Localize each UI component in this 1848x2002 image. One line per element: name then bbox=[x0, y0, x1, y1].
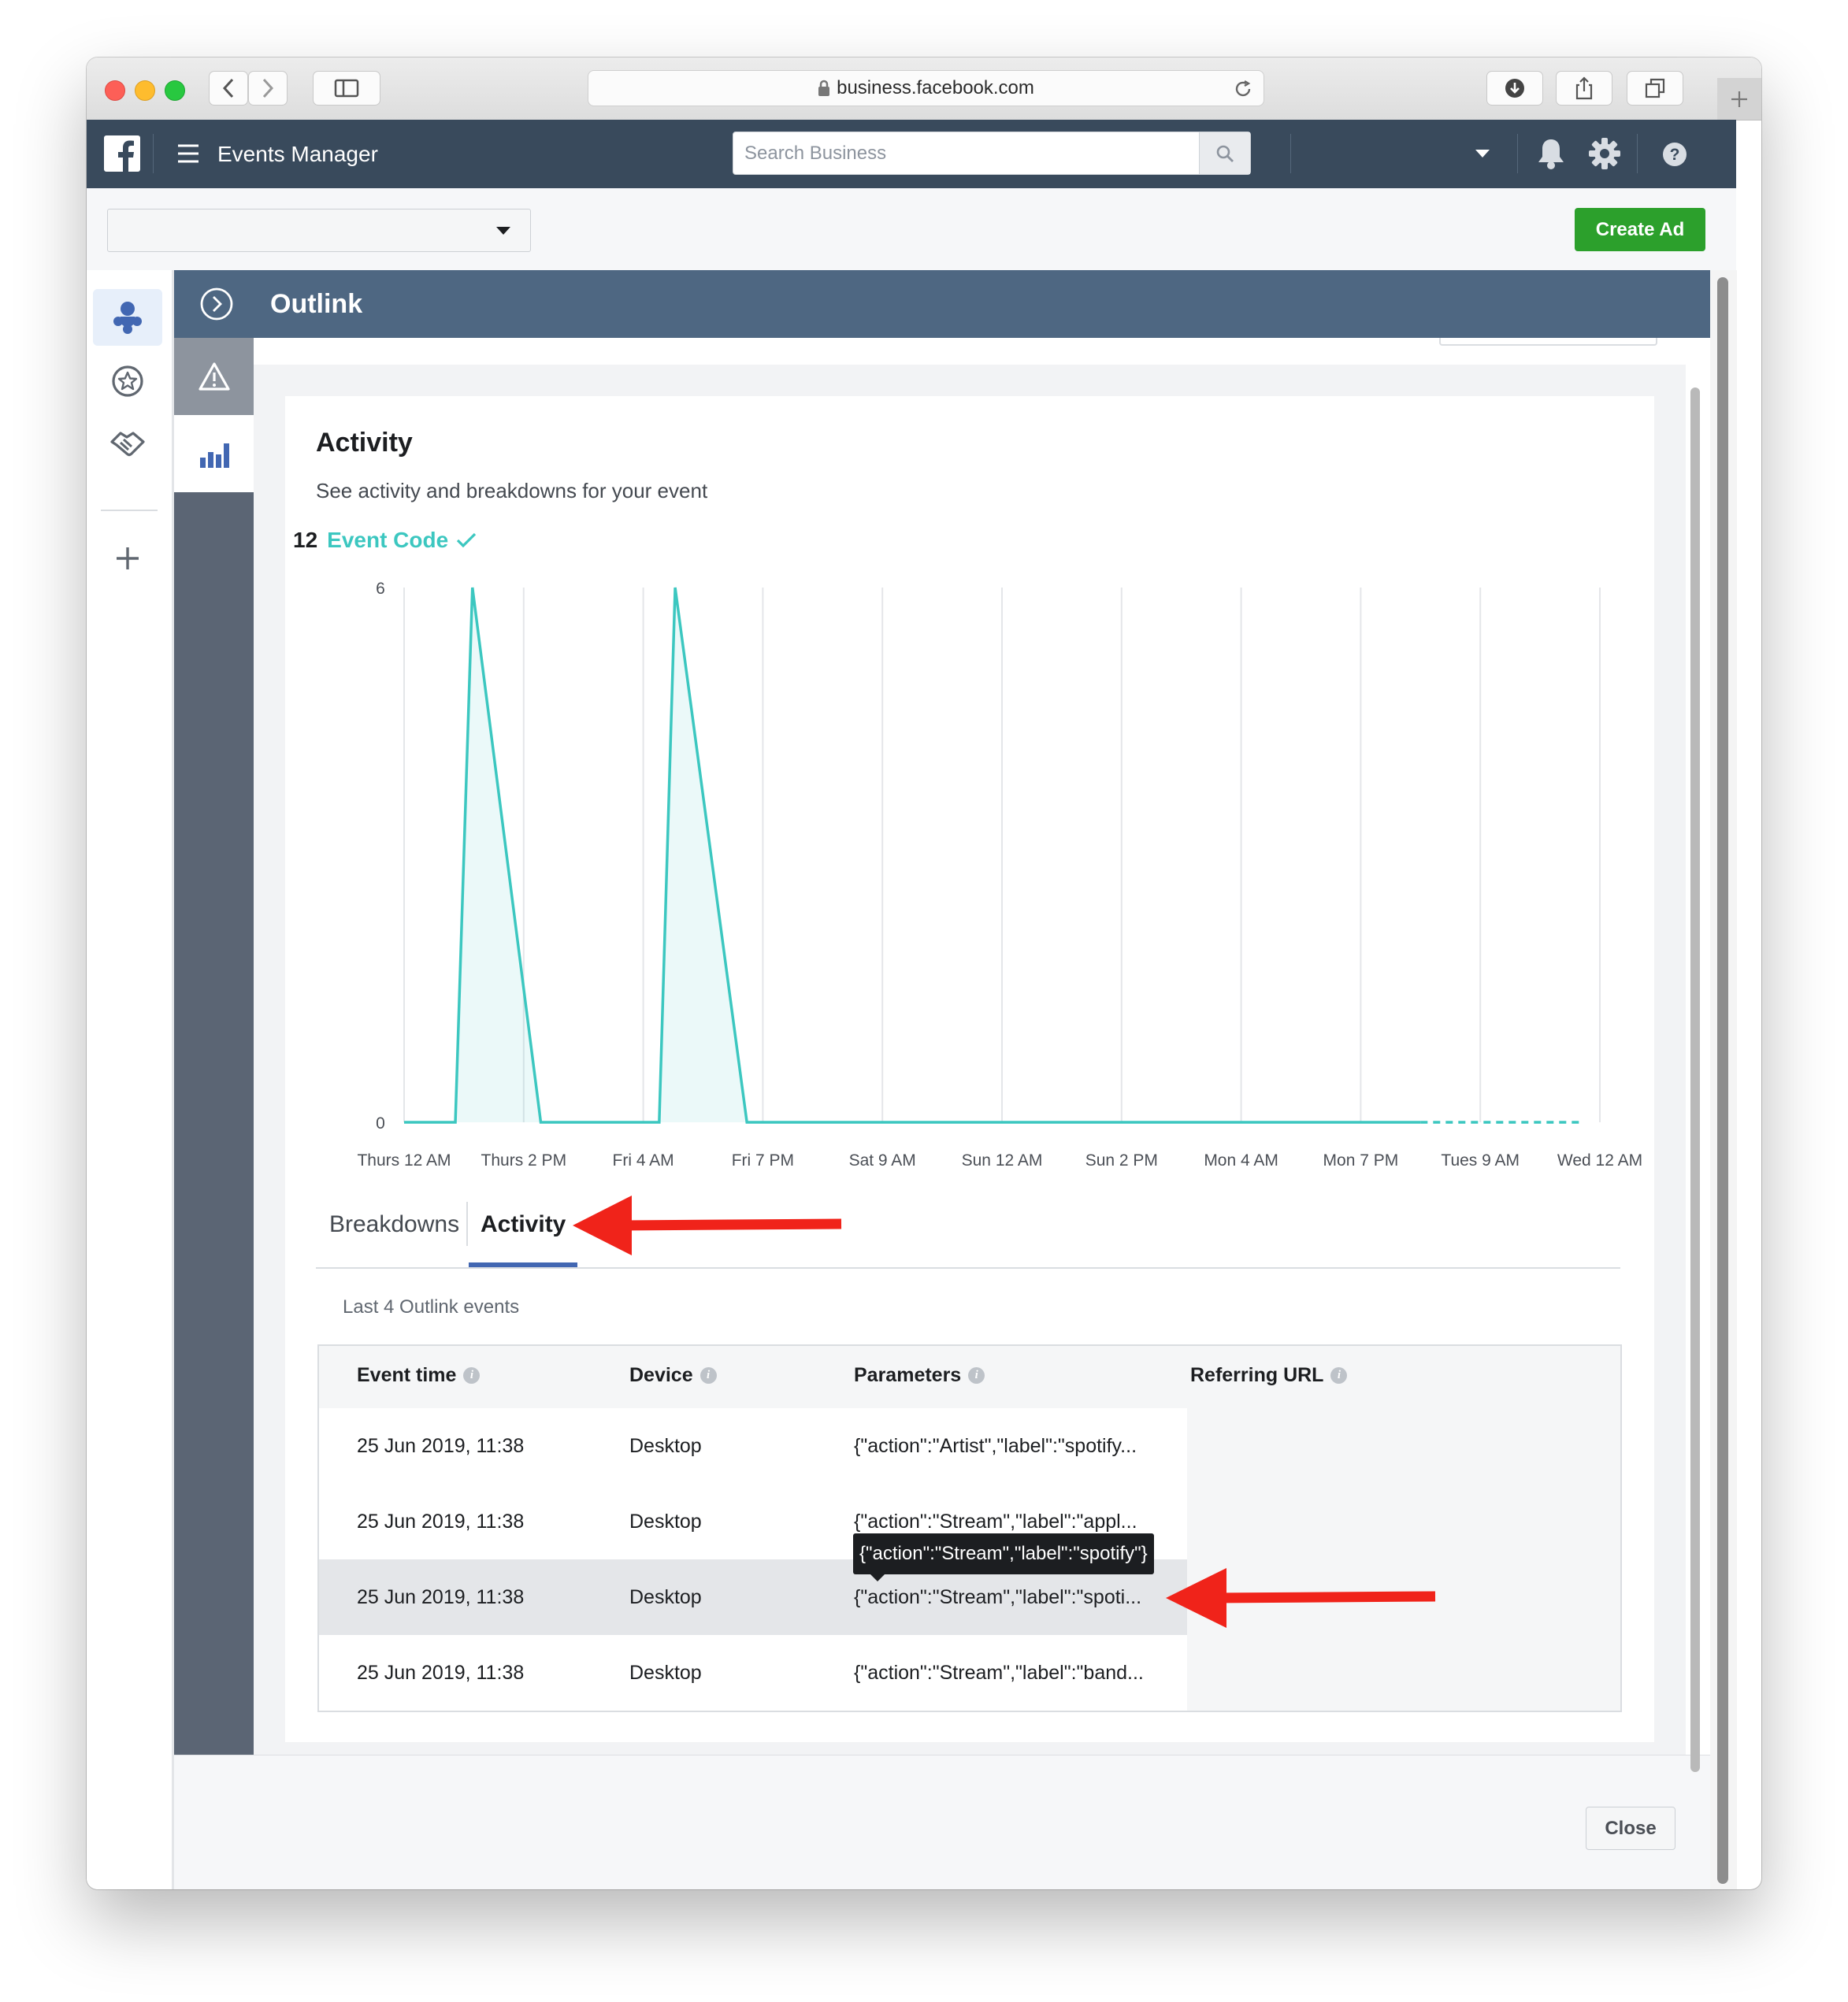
annotation-arrow bbox=[573, 1196, 842, 1255]
annotation-arrows bbox=[573, 1196, 1436, 1628]
annotation-arrow bbox=[1166, 1568, 1436, 1628]
